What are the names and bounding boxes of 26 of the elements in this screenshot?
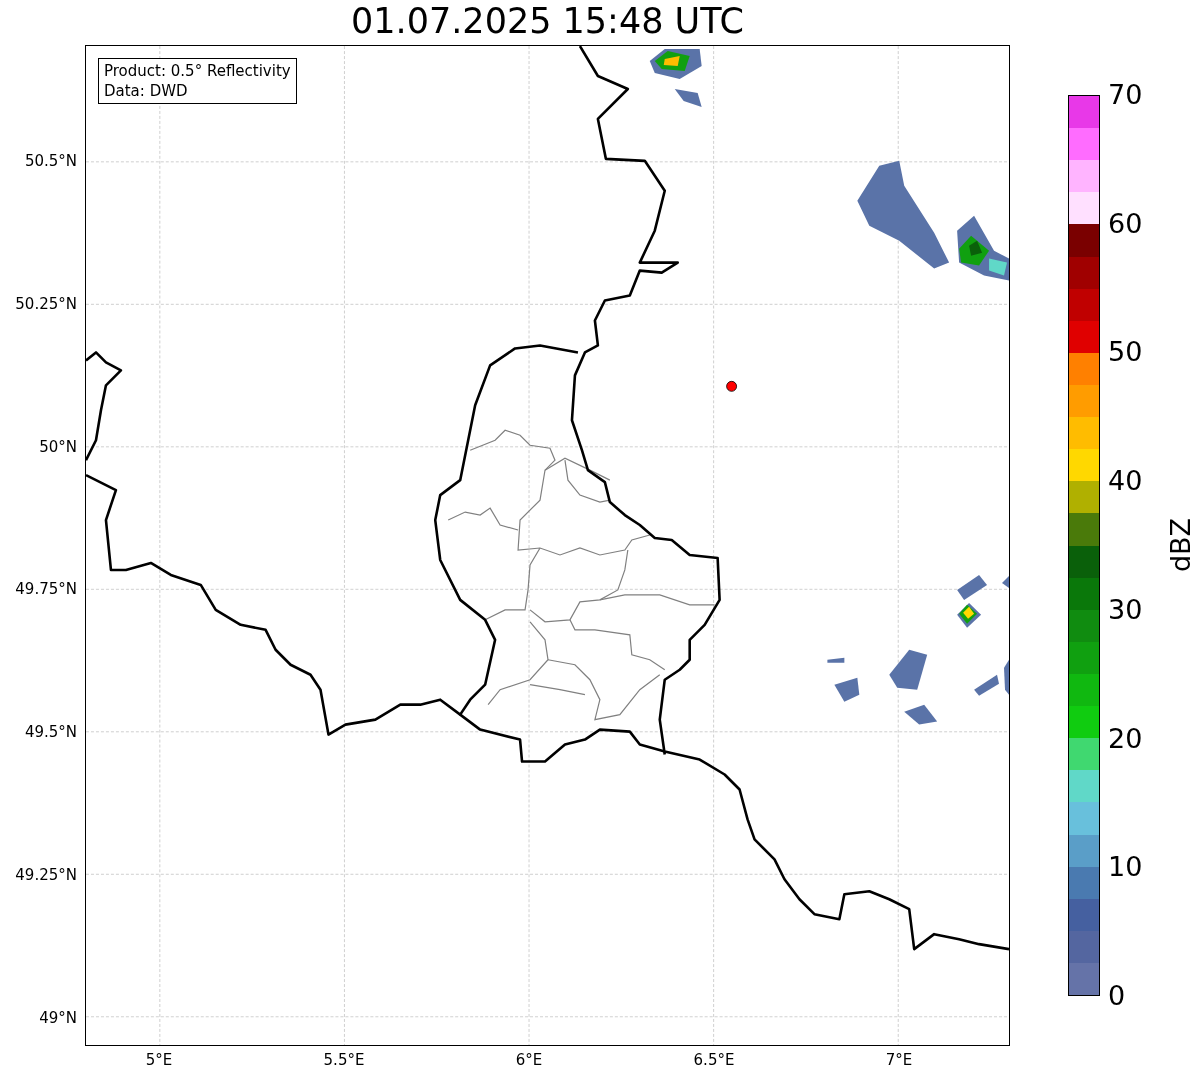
colorbar-tick-label: 20	[1107, 723, 1143, 754]
info-text: Data: DWD	[104, 81, 189, 101]
axis-tick-label: 6°E	[515, 1051, 543, 1069]
info-text: Product: 0.5° Reflectivity	[104, 61, 291, 81]
colorbar-tick-label: 0	[1107, 981, 1126, 1011]
axis-tick-label: 50.25°N	[15, 294, 77, 313]
axis-tick-label: 49.75°N	[15, 580, 77, 599]
axis-tick-label: 5°E	[145, 1051, 173, 1069]
colorbar-tick-label: 10	[1107, 852, 1143, 883]
axis-tick-label: 7°E	[885, 1051, 913, 1069]
radar-site-marker	[726, 380, 737, 392]
colorbar-tick-label: 30	[1107, 594, 1143, 625]
colorbar-tick-label: 70	[1107, 80, 1143, 110]
chart-title: 01.07.2025 15:48 UTC	[351, 0, 744, 43]
precipitation-echo	[649, 49, 702, 107]
colorbar-tick-label: 40	[1107, 466, 1143, 497]
colorbar-label: dBZ	[1164, 517, 1196, 573]
axis-tick-label: 6.5°E	[693, 1051, 735, 1069]
colorbar-tick-label: 60	[1107, 208, 1143, 239]
axis-tick-label: 49.25°N	[15, 866, 77, 884]
axis-tick-label: 5.5°E	[323, 1051, 365, 1069]
axis-tick-label: 50.5°N	[24, 152, 77, 170]
colorbar-tick-label: 50	[1107, 337, 1143, 368]
axis-tick-label: 50°N	[39, 437, 77, 456]
axis-tick-label: 49°N	[39, 1008, 77, 1027]
axis-tick-label: 49.5°N	[24, 723, 77, 742]
